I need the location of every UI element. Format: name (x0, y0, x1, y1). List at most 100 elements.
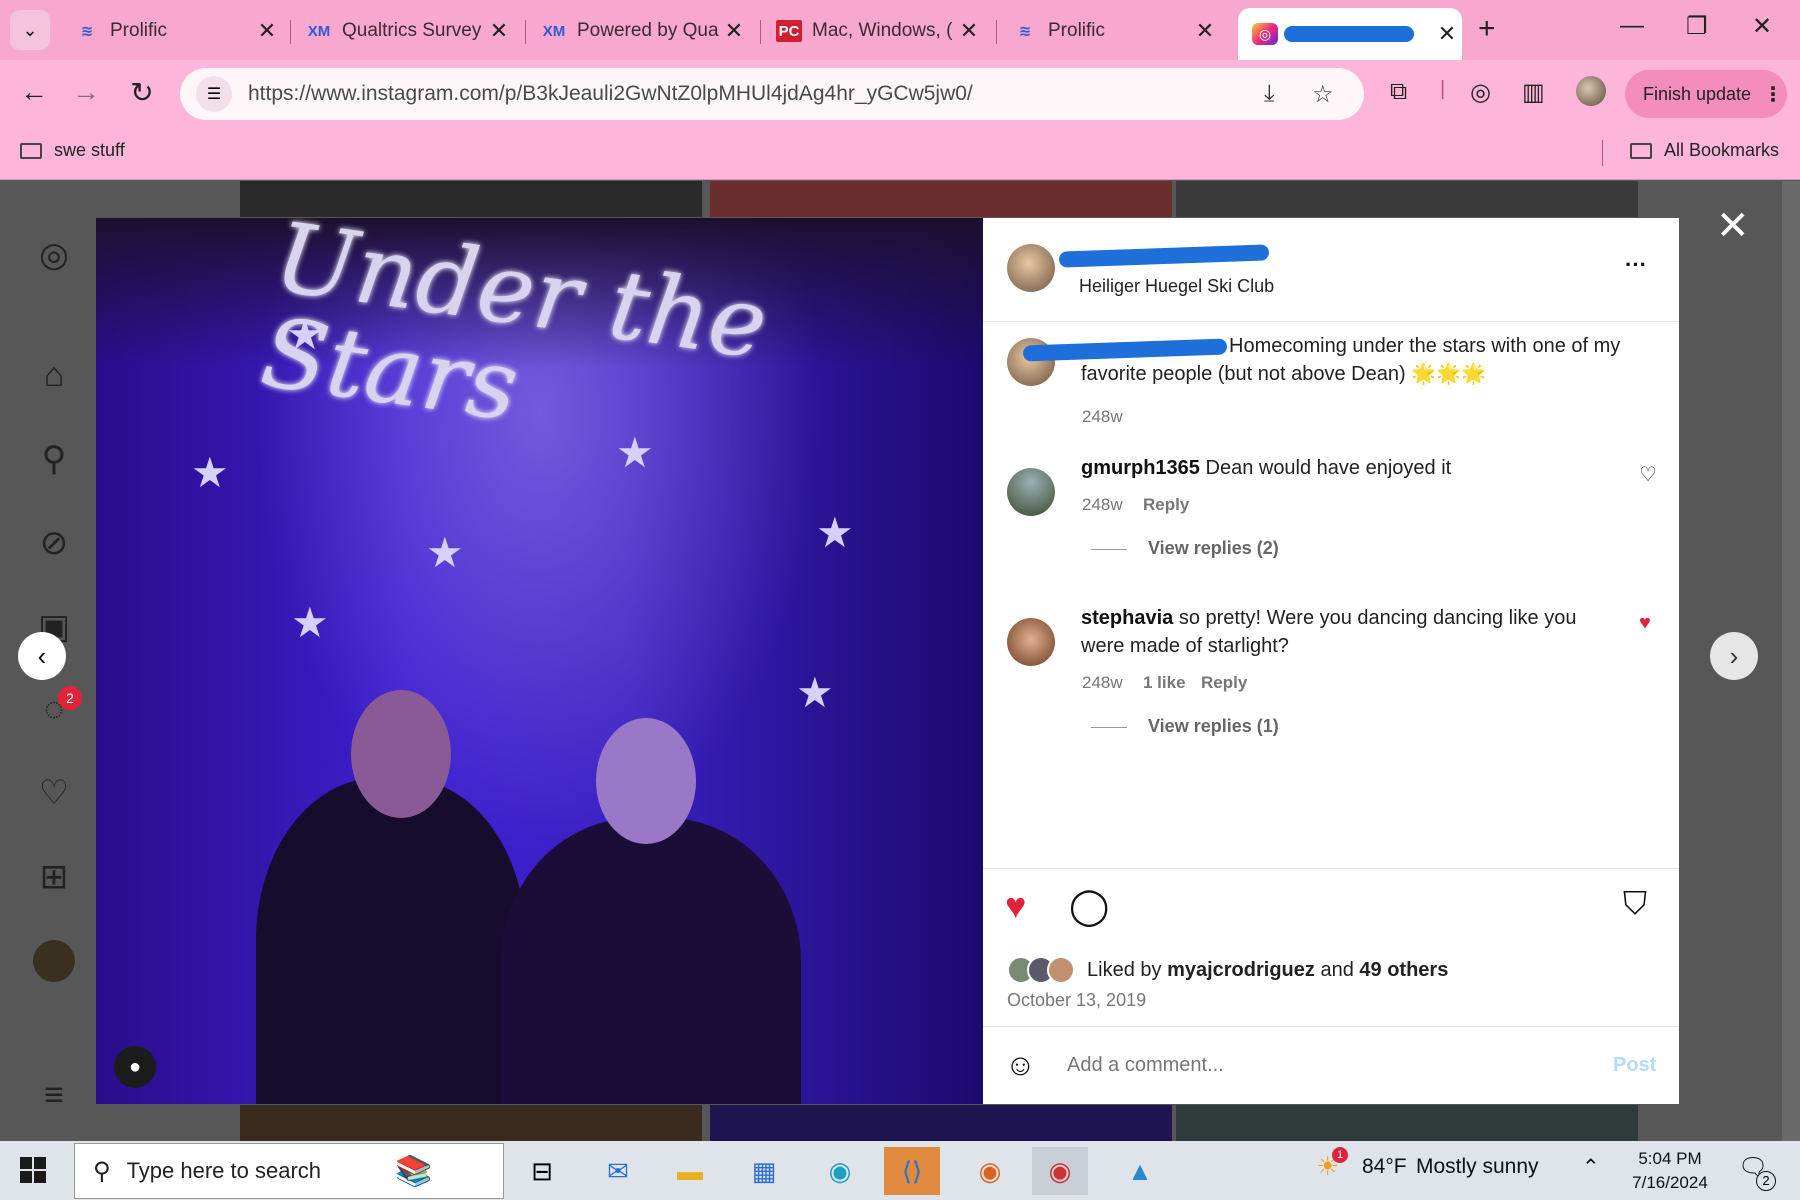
close-icon[interactable]: ✕ (1432, 21, 1462, 47)
finish-update-button[interactable]: Finish update ⋮ (1625, 70, 1787, 118)
post-location[interactable]: Heiliger Huegel Ski Club (1079, 276, 1274, 297)
post-side-panel: Heiliger Huegel Ski Club ··· Homecoming … (983, 218, 1679, 1104)
window-close-button[interactable]: ✕ (1752, 12, 1772, 41)
forward-button[interactable]: → (68, 76, 104, 108)
previous-post-button[interactable]: ‹ (18, 632, 66, 680)
liked-by-row: Liked by myajcrodriguez and 49 others (1007, 956, 1448, 984)
add-comment-input[interactable]: Add a comment... (1067, 1054, 1224, 1077)
more-options-icon[interactable]: ··· (1625, 252, 1647, 278)
search-icon[interactable]: ⚲ (28, 433, 80, 485)
comment-username[interactable]: gmurph1365 (1081, 457, 1200, 479)
instagram-page: ◎ ⌂ ⚲ ⊘ ▣ ◌ 2 ♡ ⊞ ≡ ✕ ‹ › Under the Star… (0, 181, 1800, 1141)
performance-icon[interactable]: ◎ (1470, 78, 1491, 107)
notifications-count: 2 (1756, 1171, 1776, 1191)
commenter-avatar[interactable] (1007, 618, 1055, 666)
bookmark-folder-swe-stuff[interactable]: swe stuff (20, 140, 125, 161)
profile-avatar[interactable] (1576, 76, 1606, 106)
minimize-button[interactable]: — (1620, 12, 1644, 40)
view-replies-link[interactable]: View replies (1) (1148, 716, 1279, 737)
author-avatar[interactable] (1007, 244, 1055, 292)
tab-title: Mac, Windows, ( (812, 20, 953, 41)
close-icon[interactable]: ✕ (954, 18, 984, 44)
tab-instagram[interactable]: ◎ ✕ (1238, 8, 1462, 60)
redaction-mark (1284, 26, 1414, 42)
notifications-heart-icon[interactable]: ♡ (28, 767, 80, 819)
url-text[interactable]: https://www.instagram.com/p/B3kJeauli2Gw… (248, 82, 973, 106)
close-icon[interactable]: ✕ (484, 18, 514, 44)
tab-pcmag[interactable]: PC Mac, Windows, ( ✕ (762, 10, 984, 52)
liked-by-others[interactable]: 49 others (1359, 959, 1448, 981)
microsoft-store-icon[interactable]: ▦ (736, 1147, 792, 1195)
create-icon[interactable]: ⊞ (28, 851, 80, 903)
taskbar-search[interactable]: ⚲ Type here to search 📚 (74, 1143, 504, 1199)
side-panel-icon[interactable]: ▥ (1522, 78, 1545, 107)
extensions-icon[interactable]: ⧉ (1390, 78, 1407, 106)
comment-username[interactable]: stephavia (1081, 607, 1173, 629)
weather-temp[interactable]: 84°F (1362, 1155, 1407, 1179)
liked-by-user[interactable]: myajcrodriguez (1167, 959, 1315, 981)
person-right (501, 818, 801, 1104)
tab-qualtrics-survey[interactable]: XM Qualtrics Survey ✕ (292, 10, 514, 52)
new-tab-button[interactable]: + (1478, 12, 1496, 46)
clock-time: 5:04 PM (1638, 1149, 1702, 1168)
save-bookmark-icon[interactable]: ⛉ (1623, 885, 1647, 923)
chrome-icon[interactable]: ◉ (1032, 1147, 1088, 1195)
all-bookmarks[interactable]: All Bookmarks (1630, 140, 1779, 161)
home-icon[interactable]: ⌂ (28, 349, 80, 401)
mail-icon[interactable]: ✉ (590, 1147, 646, 1195)
comment-liked-heart-icon[interactable]: ♥ (1639, 612, 1651, 635)
restore-button[interactable]: ❐ (1686, 12, 1708, 41)
comment-like-heart-icon[interactable]: ♡ (1639, 462, 1657, 487)
close-modal-icon[interactable]: ✕ (1716, 203, 1750, 249)
close-icon[interactable]: ✕ (719, 18, 749, 44)
site-info-icon[interactable]: ☰ (196, 76, 232, 112)
face-left (351, 690, 451, 818)
like-heart-icon[interactable]: ♥ (1005, 885, 1026, 927)
tab-search-button[interactable]: ⌄ (10, 10, 50, 50)
windows-start-icon[interactable] (20, 1157, 46, 1183)
instagram-logo-icon[interactable]: ◎ (28, 229, 80, 281)
page-scrollbar[interactable] (1782, 181, 1800, 1141)
tab-prolific-2[interactable]: ≋ Prolific ✕ (998, 10, 1220, 52)
more-menu-icon[interactable]: ≡ (28, 1069, 80, 1121)
tagged-user-icon[interactable]: ● (114, 1046, 156, 1088)
post-photo[interactable]: Under the Stars ★ ★ ★ ★ ★ ★ ★ ● (96, 218, 983, 1104)
commenter-avatar[interactable] (1007, 468, 1055, 516)
comment-likes[interactable]: 1 like (1143, 673, 1186, 693)
back-button[interactable]: ← (16, 76, 52, 108)
view-replies-link[interactable]: View replies (2) (1148, 538, 1279, 559)
close-icon[interactable]: ✕ (252, 18, 282, 44)
comment-bubble-icon[interactable]: ◯ (1069, 885, 1109, 927)
install-app-icon[interactable]: ⤓ (1264, 80, 1275, 108)
liked-by-and: and (1320, 958, 1354, 981)
edge-icon[interactable]: ◉ (812, 1147, 868, 1195)
tab-powered-by-qualtrics[interactable]: XM Powered by Qua ✕ (527, 10, 749, 52)
emoji-icon[interactable]: ☺ (1005, 1049, 1036, 1083)
system-clock[interactable]: 5:04 PM 7/16/2024 (1620, 1147, 1720, 1195)
browser-toolbar: ← → ↻ ☰ https://www.instagram.com/p/B3kJ… (0, 60, 1800, 128)
post-comment-button[interactable]: Post (1613, 1054, 1656, 1077)
next-post-button[interactable]: › (1710, 632, 1758, 680)
tray-overflow-icon[interactable]: ⌃ (1582, 1155, 1600, 1180)
reply-link[interactable]: Reply (1201, 673, 1247, 693)
tab-prolific-1[interactable]: ≋ Prolific ✕ (60, 10, 282, 52)
firefox-icon[interactable]: ◉ (962, 1147, 1018, 1195)
bookmark-star-icon[interactable]: ☆ (1312, 80, 1334, 109)
profile-icon[interactable] (28, 935, 80, 987)
comment-body: stephavia so pretty! Were you dancing da… (1081, 604, 1621, 660)
photos-icon[interactable]: ▲ (1112, 1147, 1168, 1195)
post-date: October 13, 2019 (1007, 990, 1147, 1010)
decor-star: ★ (191, 449, 229, 496)
vscode-icon[interactable]: ⟨⟩ (884, 1147, 940, 1195)
decor-star: ★ (286, 311, 324, 358)
close-icon[interactable]: ✕ (1190, 18, 1220, 44)
task-view-icon[interactable]: ⊟ (514, 1147, 570, 1195)
file-explorer-icon[interactable]: ▬ (662, 1147, 718, 1195)
search-icon: ⚲ (93, 1157, 111, 1185)
reply-link[interactable]: Reply (1143, 495, 1189, 515)
explore-icon[interactable]: ⊘ (28, 517, 80, 569)
reload-button[interactable]: ↻ (124, 76, 160, 109)
comment-time: 248w (1082, 673, 1123, 692)
address-bar[interactable]: ☰ https://www.instagram.com/p/B3kJeauli2… (180, 68, 1364, 120)
weather-desc[interactable]: Mostly sunny (1416, 1155, 1539, 1179)
